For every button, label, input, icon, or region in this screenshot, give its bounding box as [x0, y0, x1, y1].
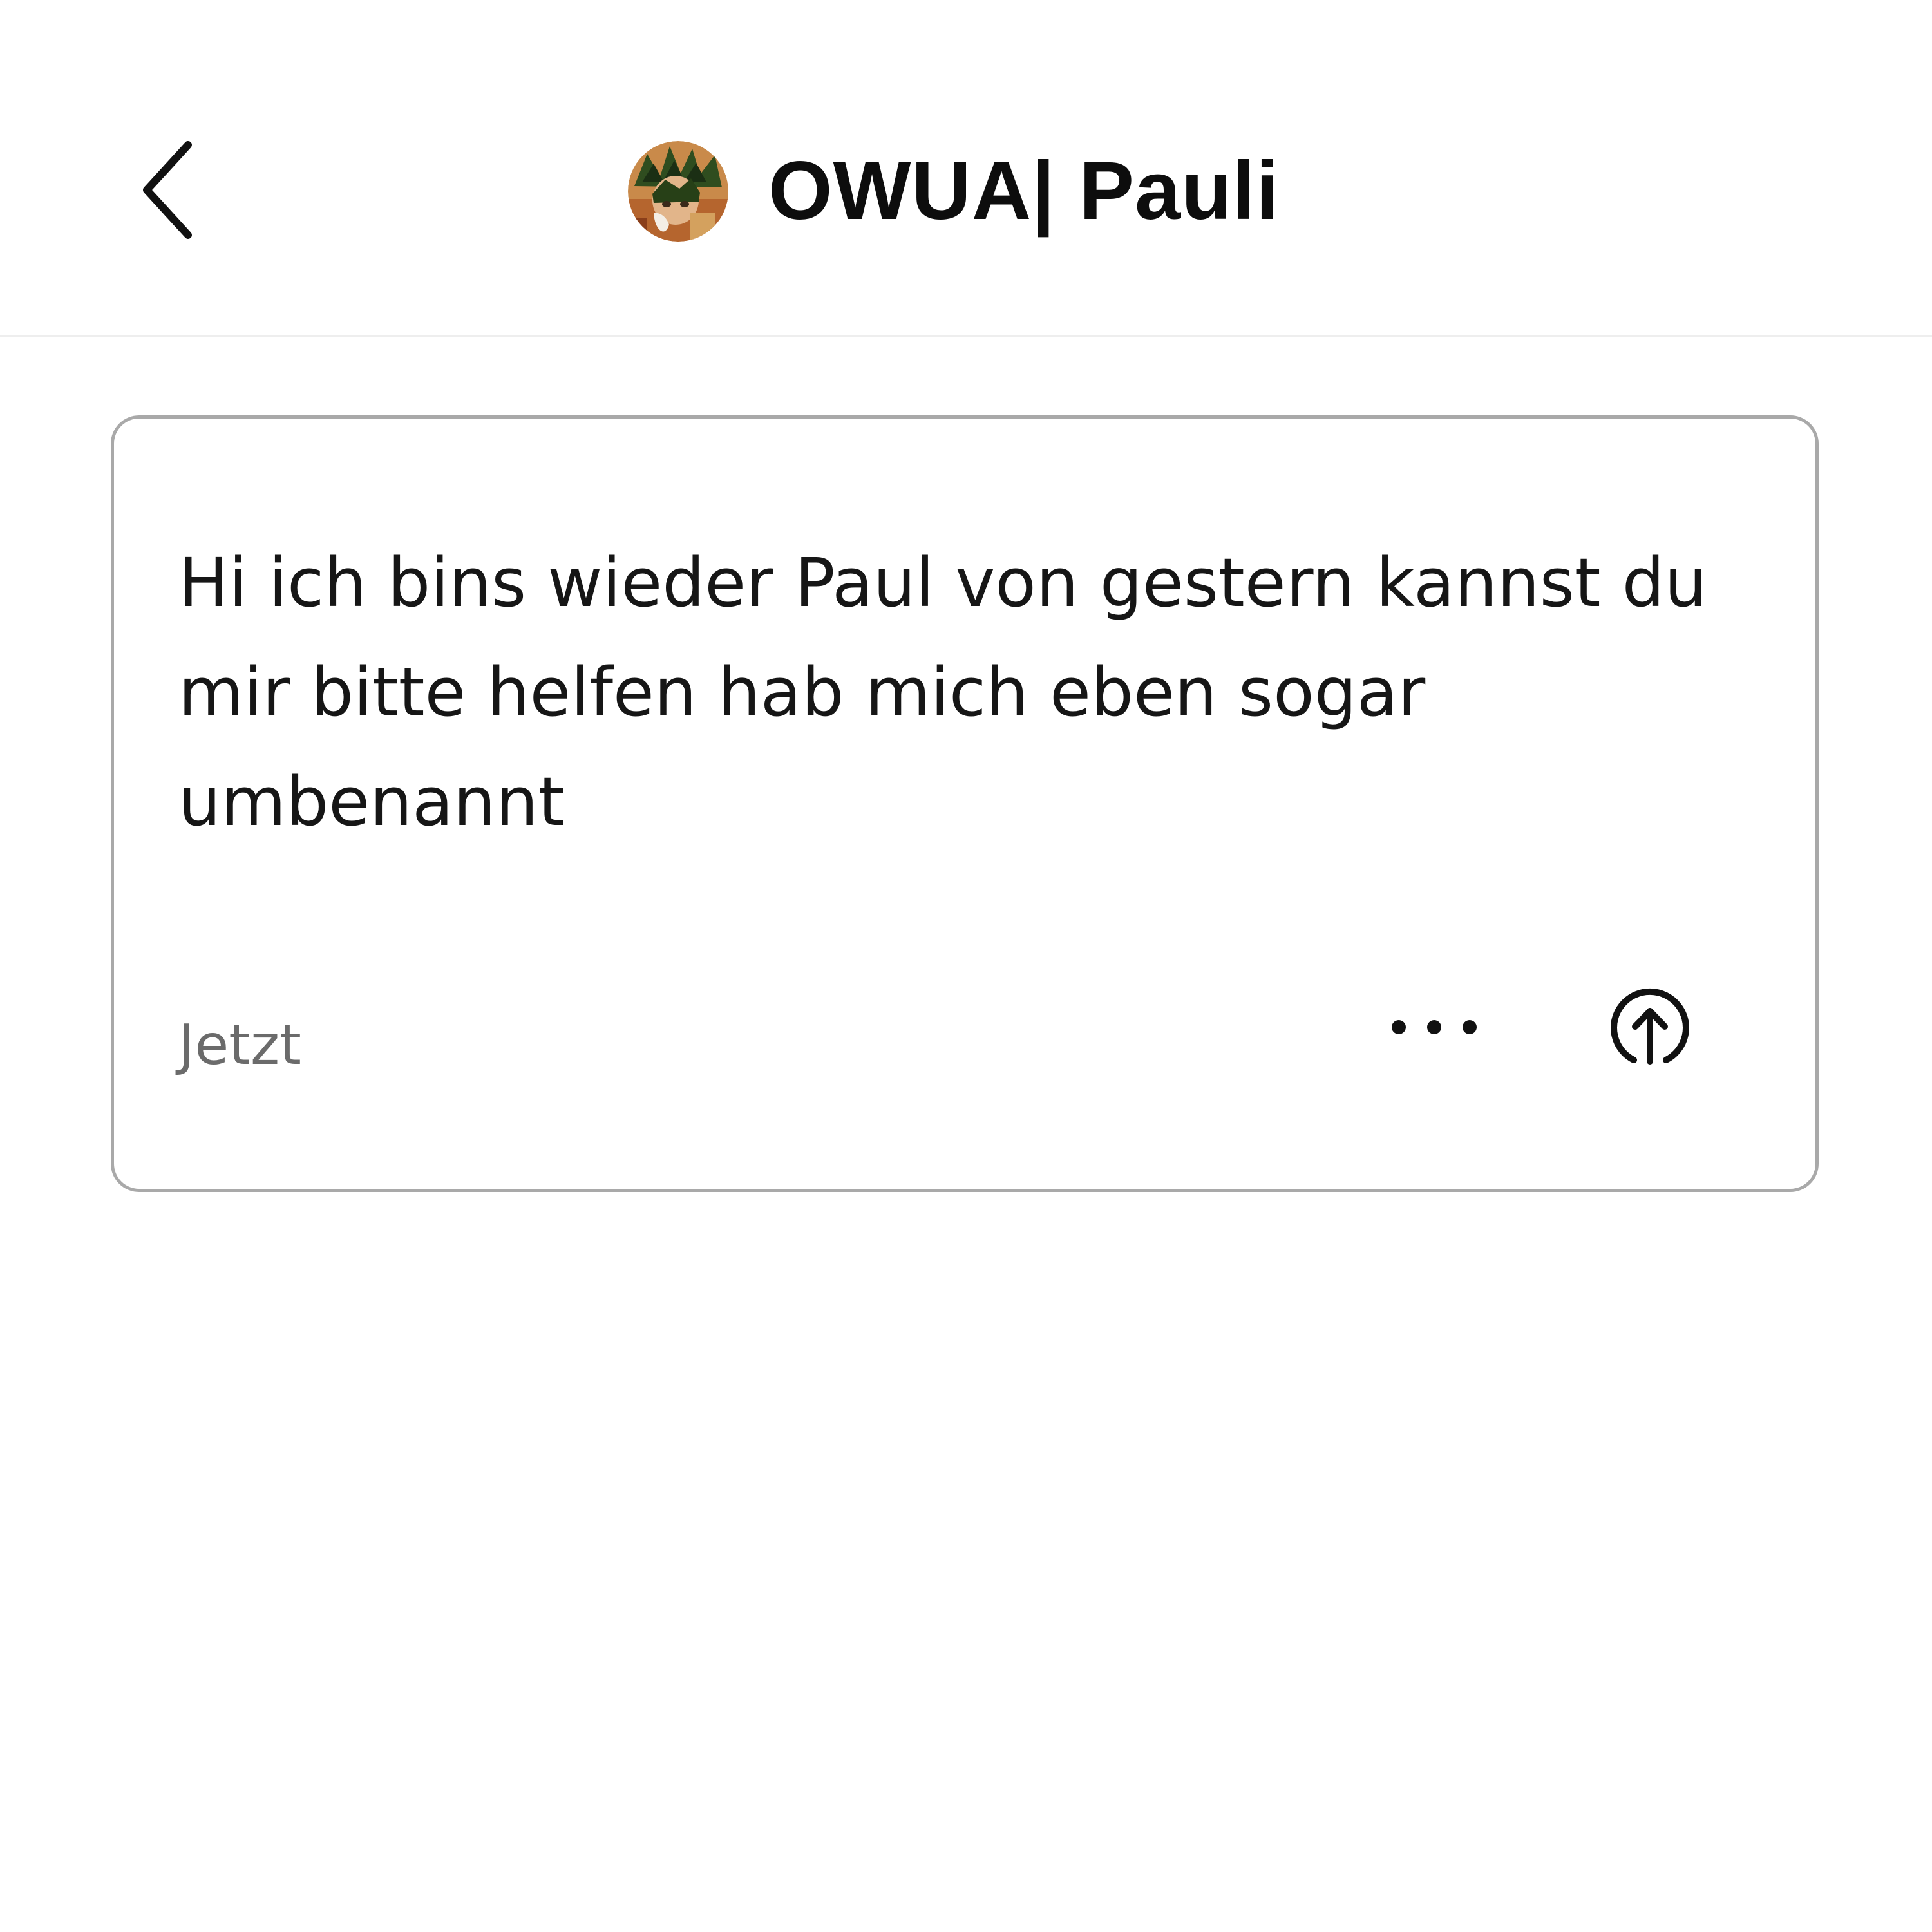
- share-button[interactable]: [1602, 979, 1698, 1075]
- message-card: Hi ich bins wieder Paul von gestern kann…: [111, 415, 1819, 1192]
- avatar[interactable]: [628, 141, 728, 242]
- message-timestamp: Jetzt: [178, 1013, 301, 1077]
- chevron-left-icon: [143, 141, 192, 239]
- chat-screen: OWUA| Pauli Hi ich bins wieder Paul von …: [0, 0, 1932, 1932]
- message-text: Hi ich bins wieder Paul von gestern kann…: [178, 544, 1707, 841]
- more-horizontal-icon: [1392, 1020, 1477, 1034]
- upload-arrow-circle-icon: [1611, 988, 1689, 1065]
- chat-partner[interactable]: OWUA| Pauli: [628, 141, 1280, 242]
- back-button[interactable]: [122, 132, 213, 248]
- more-options-button[interactable]: [1370, 985, 1499, 1069]
- chat-header: OWUA| Pauli: [0, 0, 1932, 337]
- profile-avatar-image: [628, 141, 728, 242]
- chat-title: OWUA| Pauli: [768, 145, 1280, 237]
